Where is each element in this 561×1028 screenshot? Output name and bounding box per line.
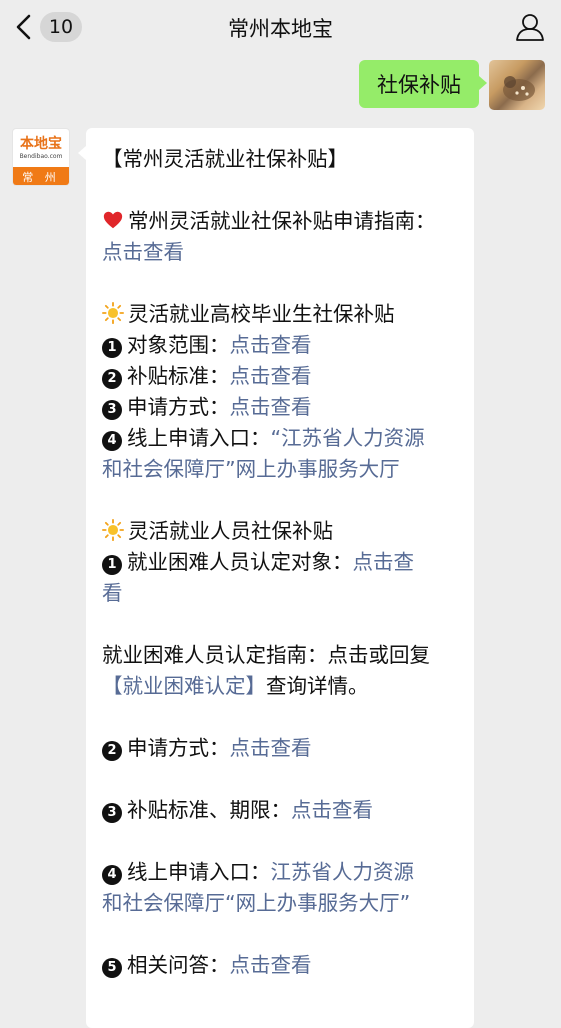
number-badge-icon: 5 bbox=[102, 957, 122, 978]
chat-title: 常州本地宝 bbox=[228, 17, 333, 41]
bot-avatar[interactable]: 本地宝 Bendibao.com 常 州 bbox=[12, 128, 70, 186]
item-label: 线上申请入口： bbox=[127, 426, 271, 450]
item-label: 对象范围： bbox=[127, 333, 230, 357]
top-bar: 10 常州本地宝 bbox=[0, 0, 561, 56]
number-badge-icon: 2 bbox=[102, 368, 122, 389]
outgoing-message: 社保补贴 bbox=[359, 60, 545, 110]
item-link[interactable]: 点击查看 bbox=[230, 333, 312, 357]
item-link[interactable]: 点击查看 bbox=[291, 798, 373, 822]
guide-line: 常州灵活就业社保补贴申请指南： bbox=[102, 206, 460, 237]
item-label: 相关问答： bbox=[127, 953, 230, 977]
guide-link[interactable]: 点击查看 bbox=[102, 240, 184, 264]
list-item: 4 线上申请入口：“江苏省人力资源 bbox=[102, 423, 460, 454]
item-label: 补贴标准： bbox=[127, 364, 230, 388]
item-label: 申请方式： bbox=[127, 736, 230, 760]
number-badge-icon: 4 bbox=[102, 864, 122, 885]
sun-icon bbox=[102, 302, 124, 324]
staff-online-link[interactable]: 江苏省人力资源 bbox=[271, 860, 415, 884]
back-chevron-icon bbox=[16, 14, 31, 40]
profile-icon[interactable] bbox=[515, 12, 545, 42]
list-item: 3 申请方式：点击查看 bbox=[102, 392, 460, 423]
item-label: 补贴标准、期限： bbox=[127, 798, 291, 822]
grad-online-link[interactable]: “江苏省人力资源 bbox=[271, 426, 425, 450]
difficulty-tail: 查询详情。 bbox=[266, 674, 369, 698]
item-label: 线上申请入口： bbox=[127, 860, 271, 884]
item-link[interactable]: 点击查看 bbox=[230, 364, 312, 388]
bird-photo-icon bbox=[503, 76, 535, 101]
item-label: 申请方式： bbox=[127, 395, 230, 419]
user-avatar[interactable] bbox=[489, 60, 545, 110]
item-link[interactable]: 点击查看 bbox=[230, 953, 312, 977]
unread-count-badge: 10 bbox=[40, 12, 82, 42]
list-item: 3 补贴标准、期限：点击查看 bbox=[102, 795, 460, 826]
outgoing-bubble[interactable]: 社保补贴 bbox=[359, 60, 487, 108]
difficulty-line: 【就业困难认定】查询详情。 bbox=[102, 671, 460, 702]
reply-title: 【常州灵活就业社保补贴】 bbox=[102, 147, 348, 171]
bot-avatar-url: Bendibao.com bbox=[19, 152, 63, 160]
sun-icon bbox=[102, 519, 124, 541]
list-item: 2 申请方式：点击查看 bbox=[102, 733, 460, 764]
item-label: 就业困难人员认定对象： bbox=[127, 550, 353, 574]
difficulty-text: 就业困难人员认定指南：点击或回复 bbox=[102, 643, 430, 667]
number-badge-icon: 2 bbox=[102, 740, 122, 761]
bot-avatar-city: 常 州 bbox=[13, 167, 69, 185]
item-link-cont[interactable]: 看 bbox=[102, 581, 123, 605]
staff-heading: 灵活就业人员社保补贴 bbox=[128, 519, 333, 543]
item-link[interactable]: 点击查看 bbox=[230, 736, 312, 760]
grad-heading: 灵活就业高校毕业生社保补贴 bbox=[128, 302, 395, 326]
number-badge-icon: 3 bbox=[102, 399, 122, 420]
outgoing-text: 社保补贴 bbox=[377, 73, 461, 97]
list-item: 1 对象范围：点击查看 bbox=[102, 330, 460, 361]
number-badge-icon: 1 bbox=[102, 554, 122, 575]
staff-online-link-cont[interactable]: 和社会保障厅“网上办事服务大厅” bbox=[102, 891, 410, 915]
back-button[interactable]: 10 bbox=[14, 11, 82, 43]
bot-avatar-brand: 本地宝 bbox=[20, 135, 62, 152]
difficulty-link[interactable]: 【就业困难认定】 bbox=[102, 674, 266, 698]
grad-online-link-cont[interactable]: 和社会保障厅”网上办事服务大厅 bbox=[102, 457, 400, 481]
list-item: 5 相关问答：点击查看 bbox=[102, 950, 460, 981]
guide-label: 常州灵活就业社保补贴申请指南： bbox=[128, 209, 436, 233]
list-item: 4 线上申请入口：江苏省人力资源 bbox=[102, 857, 460, 888]
item-link[interactable]: 点击查 bbox=[353, 550, 415, 574]
number-badge-icon: 1 bbox=[102, 337, 122, 358]
item-link[interactable]: 点击查看 bbox=[230, 395, 312, 419]
list-item: 1 就业困难人员认定对象：点击查 bbox=[102, 547, 460, 578]
number-badge-icon: 3 bbox=[102, 802, 122, 823]
staff-heading-line: 灵活就业人员社保补贴 bbox=[102, 516, 460, 547]
list-item: 2 补贴标准：点击查看 bbox=[102, 361, 460, 392]
heart-icon bbox=[103, 211, 123, 229]
number-badge-icon: 4 bbox=[102, 430, 122, 451]
incoming-bubble: 【常州灵活就业社保补贴】 常州灵活就业社保补贴申请指南： 点击查看 灵活就业高校… bbox=[78, 128, 474, 1028]
grad-heading-line: 灵活就业高校毕业生社保补贴 bbox=[102, 299, 460, 330]
